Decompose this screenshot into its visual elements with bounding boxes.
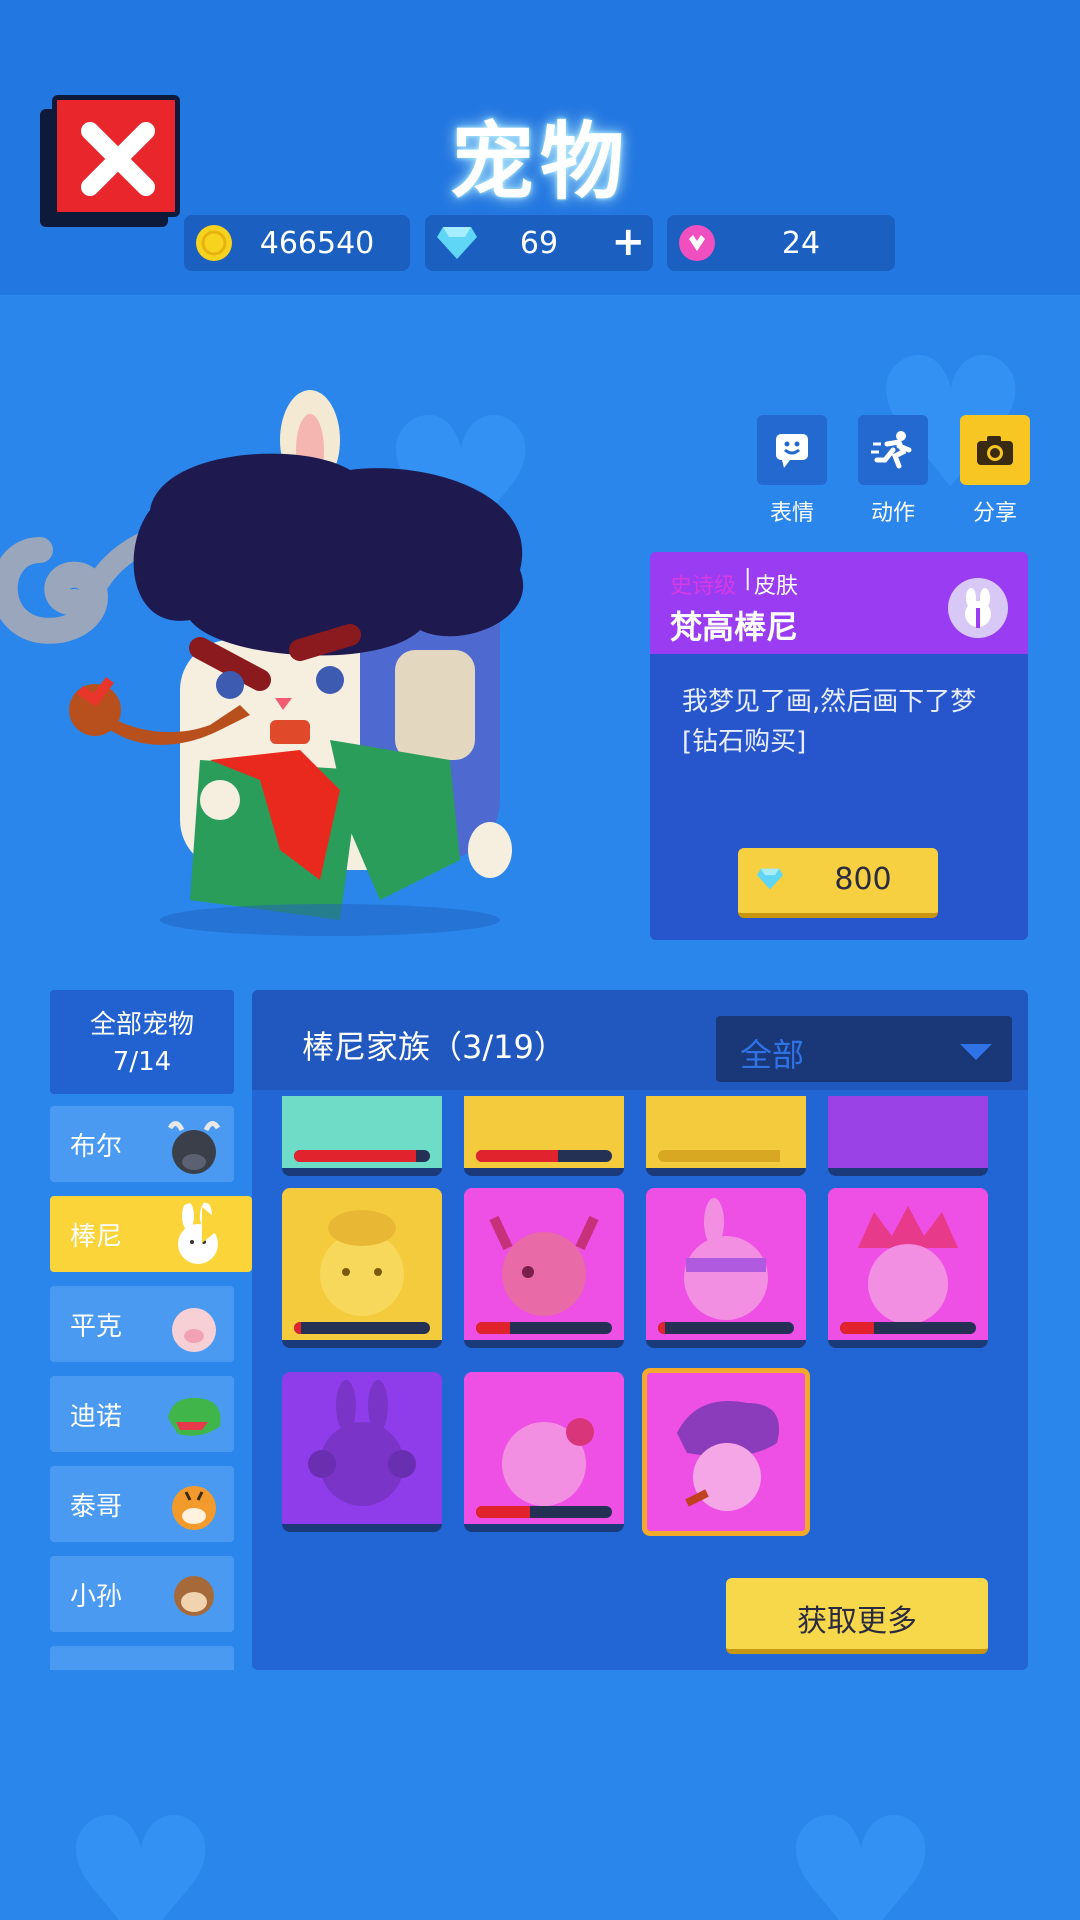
- category-item-bobo[interactable]: 波波: [50, 1646, 234, 1670]
- gold-counter: 466540: [184, 215, 410, 271]
- deer-skin-art: [489, 1215, 599, 1316]
- category-item-taige[interactable]: 泰哥: [50, 1466, 234, 1542]
- headband-rabbit-skin-art: [684, 1198, 768, 1320]
- shard-progress-bar: [476, 1322, 612, 1334]
- category-all-pets[interactable]: 全部宠物 7/14: [50, 990, 234, 1094]
- shard-progress-bar: [294, 1322, 430, 1334]
- pet-category-list: 全部宠物 7/14 布尔 棒尼 平克 迪诺 泰哥 小孙: [50, 990, 260, 1670]
- gold-coin-icon: [196, 225, 232, 261]
- shard-progress-bar: [658, 1150, 794, 1162]
- shard-progress-bar: [294, 1150, 430, 1162]
- close-button[interactable]: [40, 95, 180, 230]
- skin-tile[interactable]: [282, 1188, 442, 1348]
- category-item-buer[interactable]: 布尔: [50, 1106, 234, 1182]
- skin-separator: |: [744, 566, 752, 591]
- page-title: 宠物: [449, 113, 630, 211]
- pet-family-panel: 棒尼家族（3/19） 全部 获取更多: [252, 990, 1028, 1670]
- shard-progress-bar: [294, 1506, 430, 1518]
- get-more-label: 获取更多: [797, 1604, 917, 1639]
- shard-progress-bar: [476, 1150, 612, 1162]
- share-button[interactable]: 分享: [960, 415, 1030, 527]
- category-all-label: 全部宠物: [89, 1010, 194, 1040]
- category-label: 波波: [70, 1666, 122, 1670]
- rabbit-skin-art: [320, 1210, 404, 1316]
- skin-tile[interactable]: [464, 1188, 624, 1348]
- skin-source: [钻石购买]: [682, 727, 807, 757]
- shard-progress-bar: [476, 1506, 612, 1518]
- category-label: 布尔: [70, 1132, 123, 1162]
- skin-name: 梵高棒尼: [670, 608, 799, 646]
- buy-skin-button[interactable]: 800: [738, 848, 938, 918]
- family-title: 棒尼家族（3/19）: [302, 1028, 566, 1066]
- skin-tile[interactable]: [282, 1096, 442, 1176]
- skin-tile[interactable]: [282, 1372, 442, 1532]
- skin-tile[interactable]: [646, 1096, 806, 1176]
- chevron-down-icon: [960, 1044, 992, 1060]
- skin-info-card: 史诗级 | 皮肤 梵高棒尼 我梦见了画,然后画下了梦 [钻石购买] 800: [650, 552, 1028, 940]
- add-diamond-button[interactable]: +: [611, 219, 645, 265]
- category-item-pingke[interactable]: 平克: [50, 1286, 234, 1362]
- skin-tile[interactable]: [464, 1096, 624, 1176]
- category-all-count: 7/14: [112, 1047, 172, 1077]
- skin-tile-selected[interactable]: [642, 1368, 810, 1536]
- pink-gem-icon: [679, 225, 715, 261]
- emote-button[interactable]: 表情: [757, 415, 827, 527]
- camera-icon: [977, 436, 1013, 465]
- category-label: 小孙: [70, 1582, 123, 1612]
- diamond-counter: 69 +: [425, 215, 653, 271]
- share-label: 分享: [972, 501, 1017, 526]
- category-label: 平克: [70, 1312, 123, 1342]
- family-filter-dropdown[interactable]: 全部: [716, 1016, 1012, 1082]
- run-icon: [871, 431, 912, 469]
- skin-tier: 史诗级: [670, 574, 737, 599]
- action-label: 动作: [870, 501, 915, 526]
- pig-pet-icon: [172, 1308, 216, 1352]
- skin-tile[interactable]: [828, 1188, 988, 1348]
- category-selection-pointer: [202, 1207, 224, 1243]
- close-icon: [81, 122, 155, 196]
- tiger-pet-icon: [172, 1486, 216, 1530]
- rabbit-head-icon: [965, 588, 991, 628]
- filter-value: 全部: [740, 1036, 805, 1074]
- category-item-xiaosun[interactable]: 小孙: [50, 1556, 234, 1632]
- shard-progress-bar: [840, 1322, 976, 1334]
- skin-description-text: 我梦见了画,然后画下了梦: [682, 687, 977, 717]
- dino-pet-icon: [168, 1397, 221, 1436]
- van-gogh-rabbit-skin-art: [677, 1401, 779, 1511]
- skin-description: 我梦见了画,然后画下了梦 [钻石购买]: [682, 682, 1002, 762]
- action-button[interactable]: 动作: [858, 415, 928, 527]
- skin-tile[interactable]: [646, 1188, 806, 1348]
- category-label: 棒尼: [70, 1222, 123, 1252]
- gem-value: 24: [781, 225, 821, 261]
- skin-price: 800: [834, 862, 892, 897]
- skin-type-badge: [948, 578, 1008, 638]
- skin-grid: [252, 1096, 1028, 1566]
- skin-header: 史诗级 | 皮肤 梵高棒尼: [650, 552, 1028, 654]
- shard-progress-bar: [658, 1322, 794, 1334]
- pet-character: [0, 380, 560, 960]
- skin-tile[interactable]: [828, 1096, 988, 1176]
- category-item-dinuo[interactable]: 迪诺: [50, 1376, 234, 1452]
- diamond-icon: [437, 227, 477, 259]
- gem-counter: 24: [667, 215, 895, 271]
- headphone-rabbit-skin-art: [308, 1380, 416, 1506]
- emote-label: 表情: [769, 501, 814, 526]
- diamond-value: 69: [519, 225, 559, 261]
- get-more-button[interactable]: 获取更多: [726, 1578, 988, 1654]
- emote-icon: [776, 434, 808, 468]
- bull-pet-icon: [167, 1121, 221, 1174]
- diamond-icon: [757, 868, 783, 890]
- crown-rabbit-skin-art: [858, 1206, 958, 1324]
- pinwheel-rabbit-skin-art: [502, 1418, 594, 1506]
- gold-value: 466540: [259, 225, 375, 261]
- monkey-pet-icon: [174, 1576, 214, 1616]
- category-label: 泰哥: [70, 1492, 123, 1522]
- skin-kind: 皮肤: [754, 574, 799, 599]
- skin-tile[interactable]: [464, 1372, 624, 1532]
- family-header: 棒尼家族（3/19） 全部: [252, 990, 1028, 1090]
- category-label: 迪诺: [70, 1402, 123, 1432]
